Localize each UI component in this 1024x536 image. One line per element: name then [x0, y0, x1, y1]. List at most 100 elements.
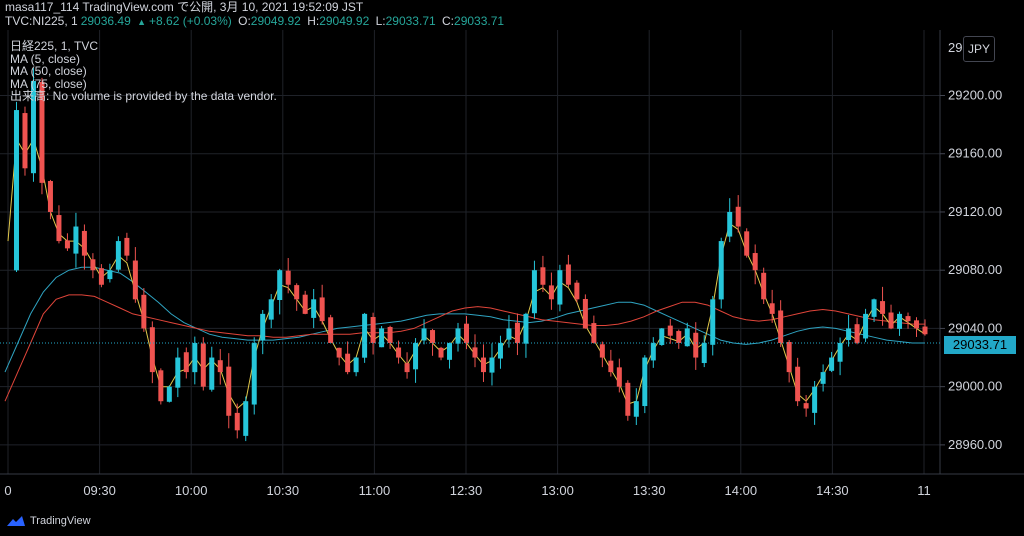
candle-body	[141, 294, 147, 329]
candle-body	[599, 344, 605, 358]
time-tick-label: 13:30	[633, 483, 666, 498]
candle-body	[345, 353, 351, 373]
price-tick-label: 29080.00	[948, 262, 1002, 277]
candle-body	[557, 270, 563, 305]
indicator-legend: 日経225, 1, TVC MA (5, close) MA (50, clos…	[10, 40, 277, 103]
candle-body	[209, 357, 215, 390]
candle-body	[56, 215, 62, 242]
candle-body	[650, 342, 656, 361]
candle-body	[540, 267, 546, 285]
time-tick-label: 0	[4, 483, 11, 498]
candle-body	[277, 270, 283, 300]
candle-body	[514, 322, 520, 343]
candle-body	[531, 270, 537, 314]
candle-body	[251, 342, 257, 405]
legend-volume[interactable]: 出来高: No volume is provided by the data v…	[10, 90, 277, 103]
candle-body	[413, 342, 419, 370]
candle-body	[98, 268, 104, 285]
candle-body	[769, 303, 775, 314]
candle-body	[837, 342, 843, 362]
legend-ma50[interactable]: MA (50, close)	[10, 65, 277, 78]
candle-body	[13, 110, 19, 271]
candle-body	[226, 366, 232, 416]
candle-body	[302, 294, 308, 314]
legend-title[interactable]: 日経225, 1, TVC	[10, 40, 277, 53]
candle-body	[684, 328, 690, 347]
price-tick-label: 29120.00	[948, 204, 1002, 219]
candle-body	[667, 325, 673, 336]
candle-body	[761, 272, 767, 300]
candle-body	[710, 299, 716, 345]
candle-body	[795, 366, 801, 402]
candle-body	[718, 241, 724, 300]
candle-body	[489, 357, 495, 373]
candle-body	[311, 299, 317, 318]
candle-body	[846, 328, 852, 341]
candle-body	[472, 347, 478, 358]
time-tick-label: 09:30	[83, 483, 116, 498]
candle-body	[73, 226, 79, 254]
time-tick-label: 11:00	[359, 483, 391, 498]
candle-body	[319, 297, 325, 322]
candle-body	[854, 324, 860, 343]
candle-body	[404, 363, 410, 373]
candle-body	[90, 259, 96, 271]
candle-body	[260, 313, 266, 341]
price-tick-label: 29200.00	[948, 88, 1002, 103]
candle-body	[115, 241, 121, 270]
candle-body	[693, 332, 699, 358]
candle-body	[735, 206, 741, 227]
price-tick-label: 28960.00	[948, 437, 1002, 452]
currency-button[interactable]: JPY	[963, 36, 995, 62]
candle-body	[430, 330, 436, 343]
candle-body	[149, 327, 155, 373]
price-tick-label: 29000.00	[948, 379, 1002, 394]
candle-body	[336, 347, 342, 358]
candle-body	[548, 285, 554, 300]
candle-body	[497, 342, 503, 359]
candle-body	[396, 347, 402, 358]
candle-body	[81, 230, 87, 256]
candle-body	[200, 343, 206, 387]
candle-body	[379, 328, 385, 348]
time-tick-label: 14:00	[725, 483, 758, 498]
tradingview-logo-icon	[7, 516, 25, 526]
candle-body	[786, 341, 792, 373]
candle-body	[863, 313, 869, 339]
price-tick-label: 29040.00	[948, 320, 1002, 335]
candle-body	[727, 211, 733, 237]
candle-body	[234, 412, 240, 431]
candle-body	[820, 372, 826, 384]
tradingview-brand[interactable]: TradingView	[6, 515, 91, 527]
last-price-badge: 29033.71	[944, 336, 1016, 354]
time-axis: 0 09:30 10:00 10:30 11:00 12:30 13:00 13:30 14:0…	[4, 483, 930, 498]
candle-body	[124, 237, 130, 256]
candle-body	[166, 386, 172, 402]
time-tick-label: 13:00	[541, 483, 574, 498]
candle-body	[480, 357, 486, 373]
candle-body	[905, 316, 911, 322]
candle-body	[803, 403, 809, 409]
candle-body	[812, 386, 818, 413]
candlesticks	[13, 68, 928, 442]
candle-body	[608, 360, 614, 373]
candle-body	[897, 313, 903, 329]
candle-body	[506, 328, 512, 340]
time-tick-label: 10:30	[267, 483, 300, 498]
candle-body	[616, 367, 622, 387]
time-tick-label: 14:30	[816, 483, 849, 498]
time-tick-label: 12:30	[450, 483, 483, 498]
candle-body	[64, 240, 70, 249]
candle-body	[192, 342, 198, 373]
candle-body	[565, 264, 571, 285]
candle-body	[107, 270, 113, 280]
candle-body	[158, 370, 164, 402]
candle-body	[243, 401, 249, 436]
candle-body	[744, 231, 750, 256]
brand-label: TradingView	[30, 515, 91, 527]
candle-body	[888, 312, 894, 329]
candle-body	[455, 328, 461, 344]
candle-body	[285, 270, 291, 285]
candle-body	[914, 320, 920, 329]
candle-body	[871, 299, 877, 317]
